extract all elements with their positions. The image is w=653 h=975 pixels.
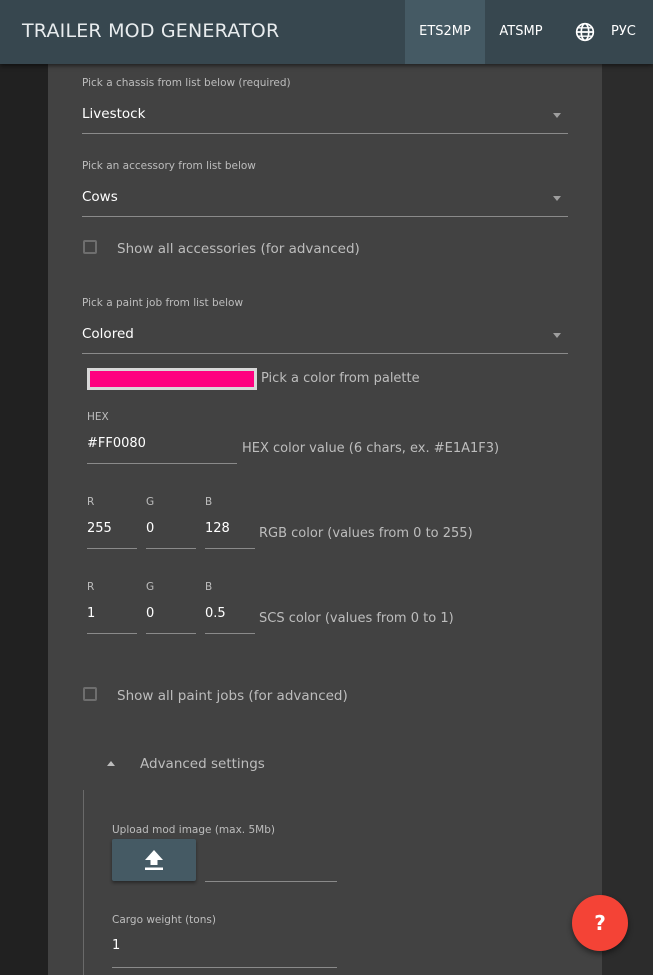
chevron-down-icon <box>553 333 561 338</box>
scs-g-underline <box>146 633 196 634</box>
palette-hint: Pick a color from palette <box>261 371 420 386</box>
scs-r-input[interactable]: 1 <box>87 606 137 632</box>
chassis-underline <box>82 133 568 134</box>
scs-g-input[interactable]: 0 <box>146 606 196 632</box>
advanced-section-border <box>83 790 84 975</box>
scs-r-label: R <box>87 581 95 593</box>
show-all-accessories-checkbox[interactable] <box>83 240 97 254</box>
rgb-b-underline <box>205 548 255 549</box>
rgb-r-underline <box>87 548 137 549</box>
paint-job-underline <box>82 353 568 354</box>
rgb-g-underline <box>146 548 196 549</box>
accessory-underline <box>82 216 568 217</box>
upload-image-button[interactable] <box>112 839 196 881</box>
rgb-b-input[interactable]: 128 <box>205 521 255 547</box>
app-bar: TRAILER MOD GENERATOR ETS2MP ATSMP РУС <box>0 0 653 64</box>
app-title: TRAILER MOD GENERATOR <box>22 20 280 42</box>
rgb-g-input[interactable]: 0 <box>146 521 196 547</box>
upload-icon <box>145 850 163 870</box>
hex-underline <box>87 463 237 464</box>
show-all-accessories-label[interactable]: Show all accessories (for advanced) <box>117 241 360 257</box>
advanced-settings-toggle[interactable]: Advanced settings <box>96 748 296 780</box>
color-swatch-button[interactable] <box>87 368 257 390</box>
cargo-weight-label: Cargo weight (tons) <box>112 914 216 926</box>
paint-job-label: Pick a paint job from list below <box>82 297 244 309</box>
advanced-settings-label: Advanced settings <box>140 756 265 772</box>
chevron-down-icon <box>553 113 561 118</box>
cargo-weight-underline <box>112 967 337 968</box>
accessory-value: Cows <box>82 189 118 205</box>
scs-b-input[interactable]: 0.5 <box>205 606 255 632</box>
nav-atsmp[interactable]: ATSMP <box>485 0 557 64</box>
rgb-b-label: B <box>205 496 213 508</box>
scs-hint: SCS color (values from 0 to 1) <box>259 611 454 626</box>
language-label: РУС <box>611 24 636 39</box>
help-button[interactable]: ? <box>572 895 628 951</box>
upload-label: Upload mod image (max. 5Mb) <box>112 824 275 836</box>
show-all-paint-jobs-checkbox[interactable] <box>83 687 97 701</box>
scs-r-underline <box>87 633 137 634</box>
scs-g-label: G <box>146 581 155 593</box>
scs-b-underline <box>205 633 255 634</box>
rgb-hint: RGB color (values from 0 to 255) <box>259 526 473 541</box>
paint-job-select[interactable]: Colored <box>82 318 568 354</box>
rgb-r-input[interactable]: 255 <box>87 521 137 547</box>
chassis-value: Livestock <box>82 106 146 122</box>
accessory-label: Pick an accessory from list below <box>82 160 256 172</box>
rgb-r-label: R <box>87 496 95 508</box>
chassis-label: Pick a chassis from list below (required… <box>82 77 291 89</box>
right-gutter <box>602 64 653 975</box>
upload-filename-field[interactable] <box>205 881 337 882</box>
show-all-paint-jobs-label[interactable]: Show all paint jobs (for advanced) <box>117 688 348 704</box>
accessory-select[interactable]: Cows <box>82 181 568 217</box>
chevron-up-icon <box>107 761 115 766</box>
hex-hint: HEX color value (6 chars, ex. #E1A1F3) <box>242 441 500 456</box>
paint-job-value: Colored <box>82 326 134 342</box>
scs-b-label: B <box>205 581 213 593</box>
language-button[interactable]: РУС <box>557 0 653 64</box>
rgb-g-label: G <box>146 496 155 508</box>
chassis-select[interactable]: Livestock <box>82 98 568 134</box>
chevron-down-icon <box>553 196 561 201</box>
cargo-weight-input[interactable]: 1 <box>112 938 337 964</box>
globe-icon <box>575 22 595 42</box>
hex-input[interactable]: #FF0080 <box>87 436 237 462</box>
hex-label: HEX <box>87 411 109 423</box>
nav-ets2mp[interactable]: ETS2MP <box>405 0 485 64</box>
